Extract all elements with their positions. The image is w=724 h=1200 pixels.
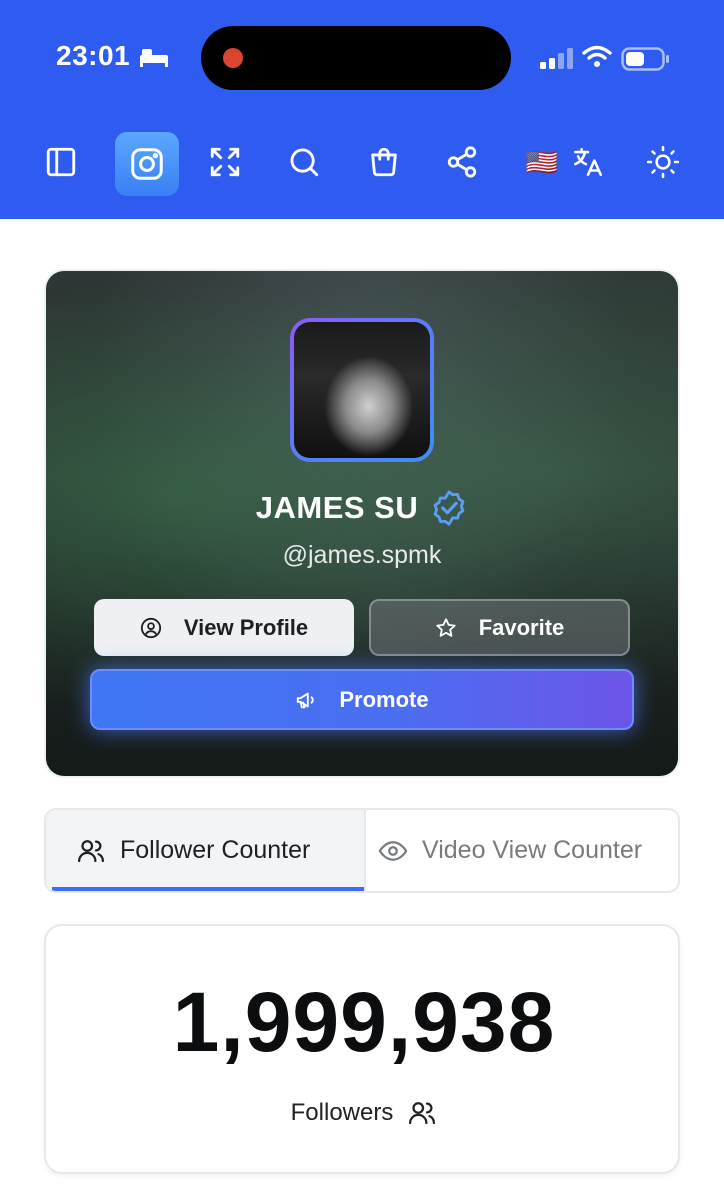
favorite-button[interactable]: Favorite [369,599,630,656]
profile-name-row: JAMES SU [46,489,678,527]
followers-label: Followers [290,1099,394,1126]
app-header: 23:01 🇺🇸 [0,0,724,219]
view-profile-label: View Profile [183,614,309,640]
favorite-label: Favorite [478,614,565,640]
cellular-signal-icon [540,48,573,69]
shopping-bag-icon [371,147,397,177]
promote-button[interactable]: Promote [90,669,634,730]
recording-indicator-icon [223,48,243,68]
toolbar: 🇺🇸 [0,130,724,200]
follower-count: 1,999,938 [172,975,556,1069]
user-circle-icon [140,617,161,638]
tab-follower-counter-label: Follower Counter [120,836,311,864]
profile-name: JAMES SU [255,490,419,525]
tab-follower-counter[interactable]: Follower Counter [46,810,364,891]
sidebar-toggle-button[interactable] [29,130,93,194]
view-profile-button[interactable]: View Profile [94,599,354,656]
tab-video-view-counter-label: Video View Counter [422,836,643,864]
share-icon [447,146,477,178]
avatar-frame [290,318,434,462]
theme-toggle-button[interactable] [631,130,695,194]
shop-button[interactable] [352,130,416,194]
count-label-row: Followers [46,1098,682,1128]
counter-tabs: Follower Counter Video View Counter [44,808,680,893]
fullscreen-button[interactable] [193,130,257,194]
us-flag-icon: 🇺🇸 [525,146,559,177]
promote-label: Promote [339,686,429,712]
wifi-icon [582,45,612,67]
instagram-button[interactable] [115,132,179,196]
profile-card: JAMES SU @james.spmk View Profile Favori… [46,271,678,776]
sleep-mode-icon [140,49,168,67]
share-button[interactable] [430,130,494,194]
users-icon [409,1102,436,1125]
users-icon [78,839,104,862]
translate-button[interactable] [556,130,620,194]
search-button[interactable] [272,130,336,194]
battery-icon [621,47,669,71]
megaphone-icon [297,692,315,708]
profile-handle: @james.spmk [282,541,442,569]
search-icon [290,148,319,177]
dynamic-island [201,26,511,90]
avatar [294,322,430,458]
fullscreen-icon [210,147,240,177]
counter-card: 1,999,938 Followers [44,924,680,1174]
translate-icon [573,147,603,177]
verified-badge-icon [433,490,465,526]
eye-icon [378,840,408,861]
sun-icon [646,145,680,179]
tab-video-view-counter[interactable]: Video View Counter [364,810,678,891]
instagram-icon [131,148,163,180]
star-icon [436,617,456,637]
sidebar-toggle-icon [46,147,76,177]
status-time: 23:01 [56,40,131,71]
